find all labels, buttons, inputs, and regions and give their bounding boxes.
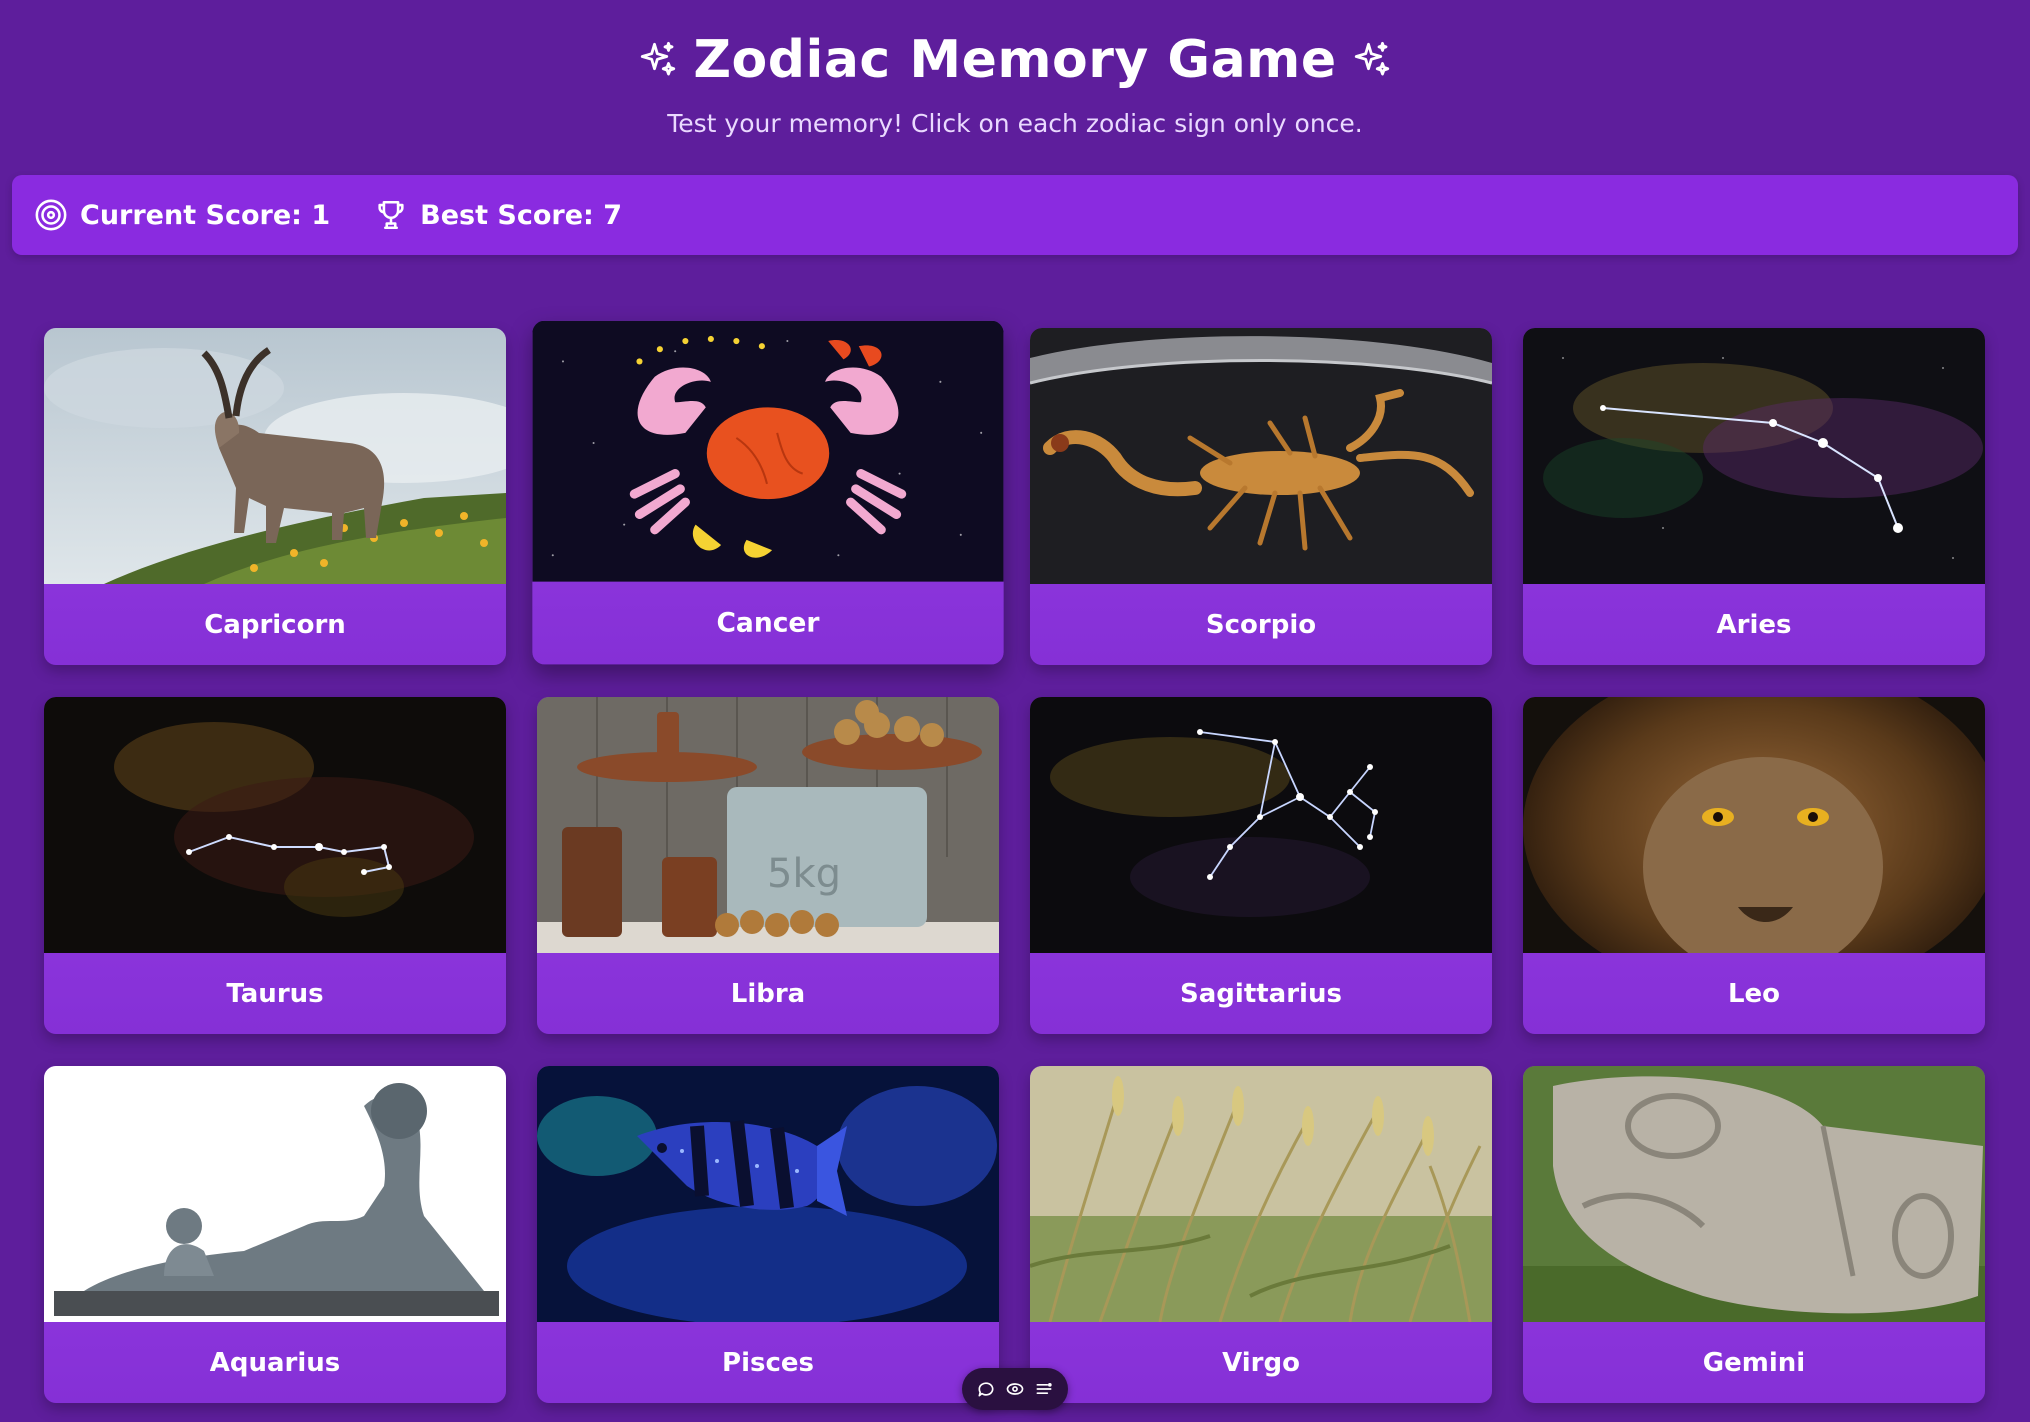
card-label: Pisces [722, 1347, 814, 1378]
zodiac-card-gemini[interactable]: Gemini [1523, 1066, 1985, 1403]
crab-image [532, 320, 1004, 582]
zodiac-card-leo[interactable]: Leo [1523, 697, 1985, 1034]
page-subtitle: Test your memory! Click on each zodiac s… [667, 109, 1363, 138]
card-label: Scorpio [1205, 609, 1317, 640]
zodiac-card-virgo[interactable]: Virgo [1030, 1066, 1492, 1403]
wheat-image [1030, 1066, 1492, 1322]
sagittarius-constellation-image [1030, 697, 1492, 953]
best-score-label: Best Score: 7 [420, 199, 623, 231]
menu-icon[interactable] [1034, 1379, 1054, 1399]
card-label: Libra [730, 978, 806, 1009]
river-god-statue-image [44, 1066, 506, 1322]
sparkles-icon [641, 41, 676, 76]
card-grid: Capricorn Cancer Scorpio Aries Taurus 5k… [44, 320, 1986, 1403]
sparkles-icon [1354, 41, 1389, 76]
lion-image [1523, 697, 1985, 953]
zodiac-card-capricorn[interactable]: Capricorn [44, 328, 506, 665]
current-score-label: Current Score: 1 [80, 199, 331, 231]
zodiac-card-libra[interactable]: 5kg Libra [537, 697, 999, 1034]
card-label: Capricorn [204, 609, 346, 640]
zodiac-card-scorpio[interactable]: Scorpio [1030, 328, 1492, 665]
card-label: Gemini [1702, 1347, 1806, 1378]
best-score: Best Score: 7 [374, 198, 622, 232]
zodiac-card-aries[interactable]: Aries [1523, 328, 1985, 665]
score-bar: Current Score: 1 Best Score: 7 [12, 175, 2018, 255]
card-label: Aquarius [209, 1347, 341, 1378]
card-label: Leo [1727, 978, 1781, 1009]
vintage-scales-image: 5kg [537, 697, 999, 953]
ibex-image [44, 328, 506, 584]
svg-text:5kg: 5kg [767, 851, 841, 897]
page-title: Zodiac Memory Game [693, 30, 1337, 90]
card-label: Sagittarius [1180, 978, 1342, 1009]
target-icon [35, 199, 67, 231]
trophy-icon [378, 200, 404, 230]
fish-image [537, 1066, 999, 1322]
taurus-constellation-image [44, 697, 506, 953]
card-label: Aries [1716, 609, 1792, 640]
scorpion-image [1030, 328, 1492, 584]
card-label: Taurus [226, 978, 324, 1009]
zodiac-memory-page: Zodiac Memory Game Test your memory! Cli… [0, 0, 2030, 1422]
eye-icon[interactable] [1005, 1379, 1025, 1399]
zodiac-card-pisces[interactable]: Pisces [537, 1066, 999, 1403]
floating-toolbar [962, 1368, 1068, 1410]
aries-constellation-image [1523, 328, 1985, 584]
title-row: Zodiac Memory Game [0, 28, 2030, 92]
zodiac-card-sagittarius[interactable]: Sagittarius [1030, 697, 1492, 1034]
card-label: Virgo [1222, 1347, 1300, 1378]
chat-icon[interactable] [976, 1379, 996, 1399]
zodiac-card-cancer[interactable]: Cancer [532, 320, 1004, 665]
current-score: Current Score: 1 [34, 198, 330, 232]
zodiac-card-aquarius[interactable]: Aquarius [44, 1066, 506, 1403]
zodiac-card-taurus[interactable]: Taurus [44, 697, 506, 1034]
stone-faces-image [1523, 1066, 1985, 1322]
card-label: Cancer [716, 607, 820, 639]
